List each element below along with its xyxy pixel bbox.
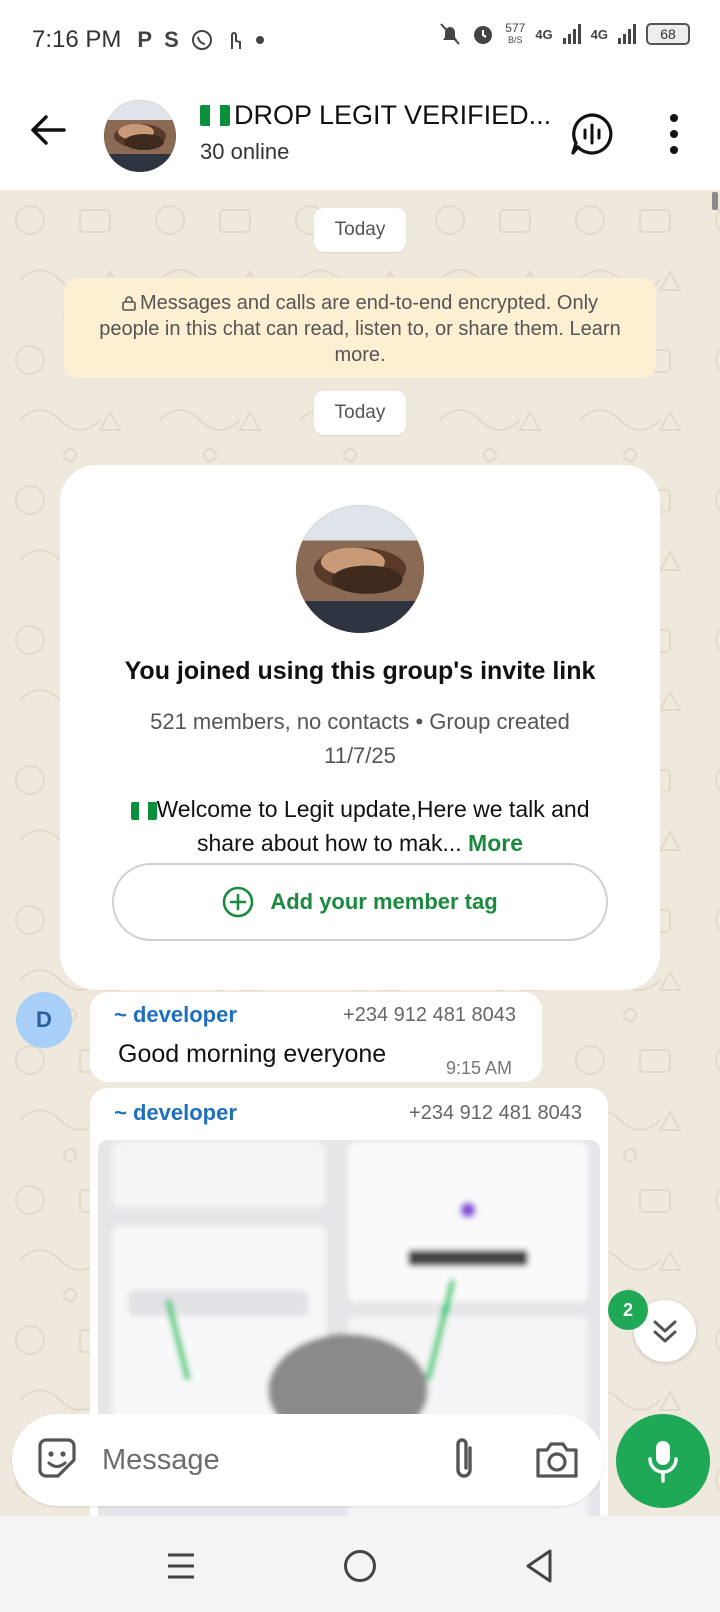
message-sender[interactable]: ~ developer: [114, 1002, 237, 1028]
message-bubble[interactable]: ~ developer +234 912 481 8043 Good morni…: [90, 992, 542, 1082]
online-count: 30 online: [200, 139, 290, 164]
paperclip-icon[interactable]: [444, 1434, 484, 1484]
group-avatar[interactable]: [104, 100, 176, 172]
network-type-1: 4G: [535, 26, 553, 42]
unread-count-badge: 2: [608, 1290, 648, 1330]
group-title: DROP LEGIT VERIFIED...: [234, 100, 552, 130]
stacked-hands-image: [104, 100, 176, 172]
back-arrow-icon[interactable]: [28, 110, 68, 150]
double-chevron-down-icon: [653, 1320, 677, 1343]
nigeria-flag-icon: [130, 801, 157, 820]
status-time: 7:16 PM: [32, 26, 122, 53]
network-type-2: 4G: [590, 26, 608, 42]
message-sender[interactable]: ~ developer: [114, 1100, 237, 1126]
group-meta: 521 members, no contacts • Group created…: [150, 709, 570, 768]
encryption-notice-text: Messages and calls are end-to-end encryp…: [99, 292, 621, 366]
muted-bell-icon: [440, 23, 461, 45]
message-composer: [12, 1414, 604, 1506]
battery-indicator: 68: [646, 23, 690, 45]
date-chip: Today: [314, 391, 406, 435]
home-icon[interactable]: [344, 1550, 376, 1582]
status-notification-icons: P S: [137, 27, 264, 53]
touch-icon: [230, 32, 241, 49]
s-app-icon: S: [164, 27, 179, 52]
stacked-hands-image: [296, 505, 424, 633]
voice-chat-icon[interactable]: [570, 112, 614, 156]
whatsapp-icon: [191, 30, 212, 50]
alarm-icon: [474, 26, 493, 44]
speed-unit: B/S: [508, 35, 523, 45]
add-circle-icon: [223, 886, 254, 918]
group-description: Welcome to Legit update,Here we talk and…: [110, 792, 610, 860]
invite-link-title: You joined using this group's invite lin…: [124, 657, 596, 685]
sticker-icon[interactable]: [34, 1436, 80, 1482]
status-right-icons: 577 B/S 4G 4G 68: [439, 22, 690, 46]
scroll-indicator[interactable]: [712, 192, 718, 210]
chat-header: DROP LEGIT VERIFIED... 30 online: [0, 80, 720, 190]
more-link[interactable]: More: [468, 830, 523, 856]
encryption-notice[interactable]: Messages and calls are end-to-end encryp…: [64, 278, 656, 378]
recent-apps-icon[interactable]: [166, 1552, 196, 1580]
message-time: 9:15 AM: [445, 1058, 512, 1078]
group-description-text: Welcome to Legit update,Here we talk and…: [156, 796, 590, 856]
add-member-tag-button[interactable]: Add your member tag: [112, 863, 608, 941]
p-app-icon: P: [137, 27, 153, 52]
speed-value: 577: [505, 21, 526, 35]
chat-area[interactable]: Today Messages and calls are end-to-end …: [0, 190, 720, 1516]
message-text: Good morning everyone: [118, 1040, 387, 1068]
nav-back-icon[interactable]: [524, 1548, 554, 1584]
add-member-tag-label: Add your member tag: [270, 889, 498, 914]
group-card-avatar[interactable]: [296, 505, 424, 633]
lock-icon: [122, 296, 136, 311]
system-navigation-bar: [0, 1516, 720, 1612]
microphone-icon: [648, 1441, 678, 1483]
signal-icon-1: [562, 24, 581, 44]
group-info-card: You joined using this group's invite lin…: [60, 465, 660, 990]
battery-level: 68: [660, 26, 676, 42]
group-title-row: DROP LEGIT VERIFIED...: [200, 100, 551, 131]
voice-message-button[interactable]: [616, 1414, 710, 1508]
message-input[interactable]: [102, 1430, 422, 1490]
camera-icon[interactable]: [534, 1438, 580, 1482]
header-text[interactable]: DROP LEGIT VERIFIED... 30 online: [200, 100, 551, 165]
network-speed: 577 B/S: [505, 22, 525, 46]
message-phone: +234 912 481 8043: [343, 1004, 516, 1026]
dot-icon: [255, 36, 264, 44]
signal-icon-2: [618, 24, 636, 44]
date-chip: Today: [314, 208, 406, 252]
nigeria-flag-icon: [200, 105, 230, 126]
more-options-icon[interactable]: [662, 112, 686, 156]
sender-avatar[interactable]: D: [16, 992, 72, 1048]
status-bar: 7:16 PM P S 577 B/S 4G 4G 68: [0, 0, 720, 80]
message-phone: +234 912 481 8043: [409, 1102, 582, 1124]
